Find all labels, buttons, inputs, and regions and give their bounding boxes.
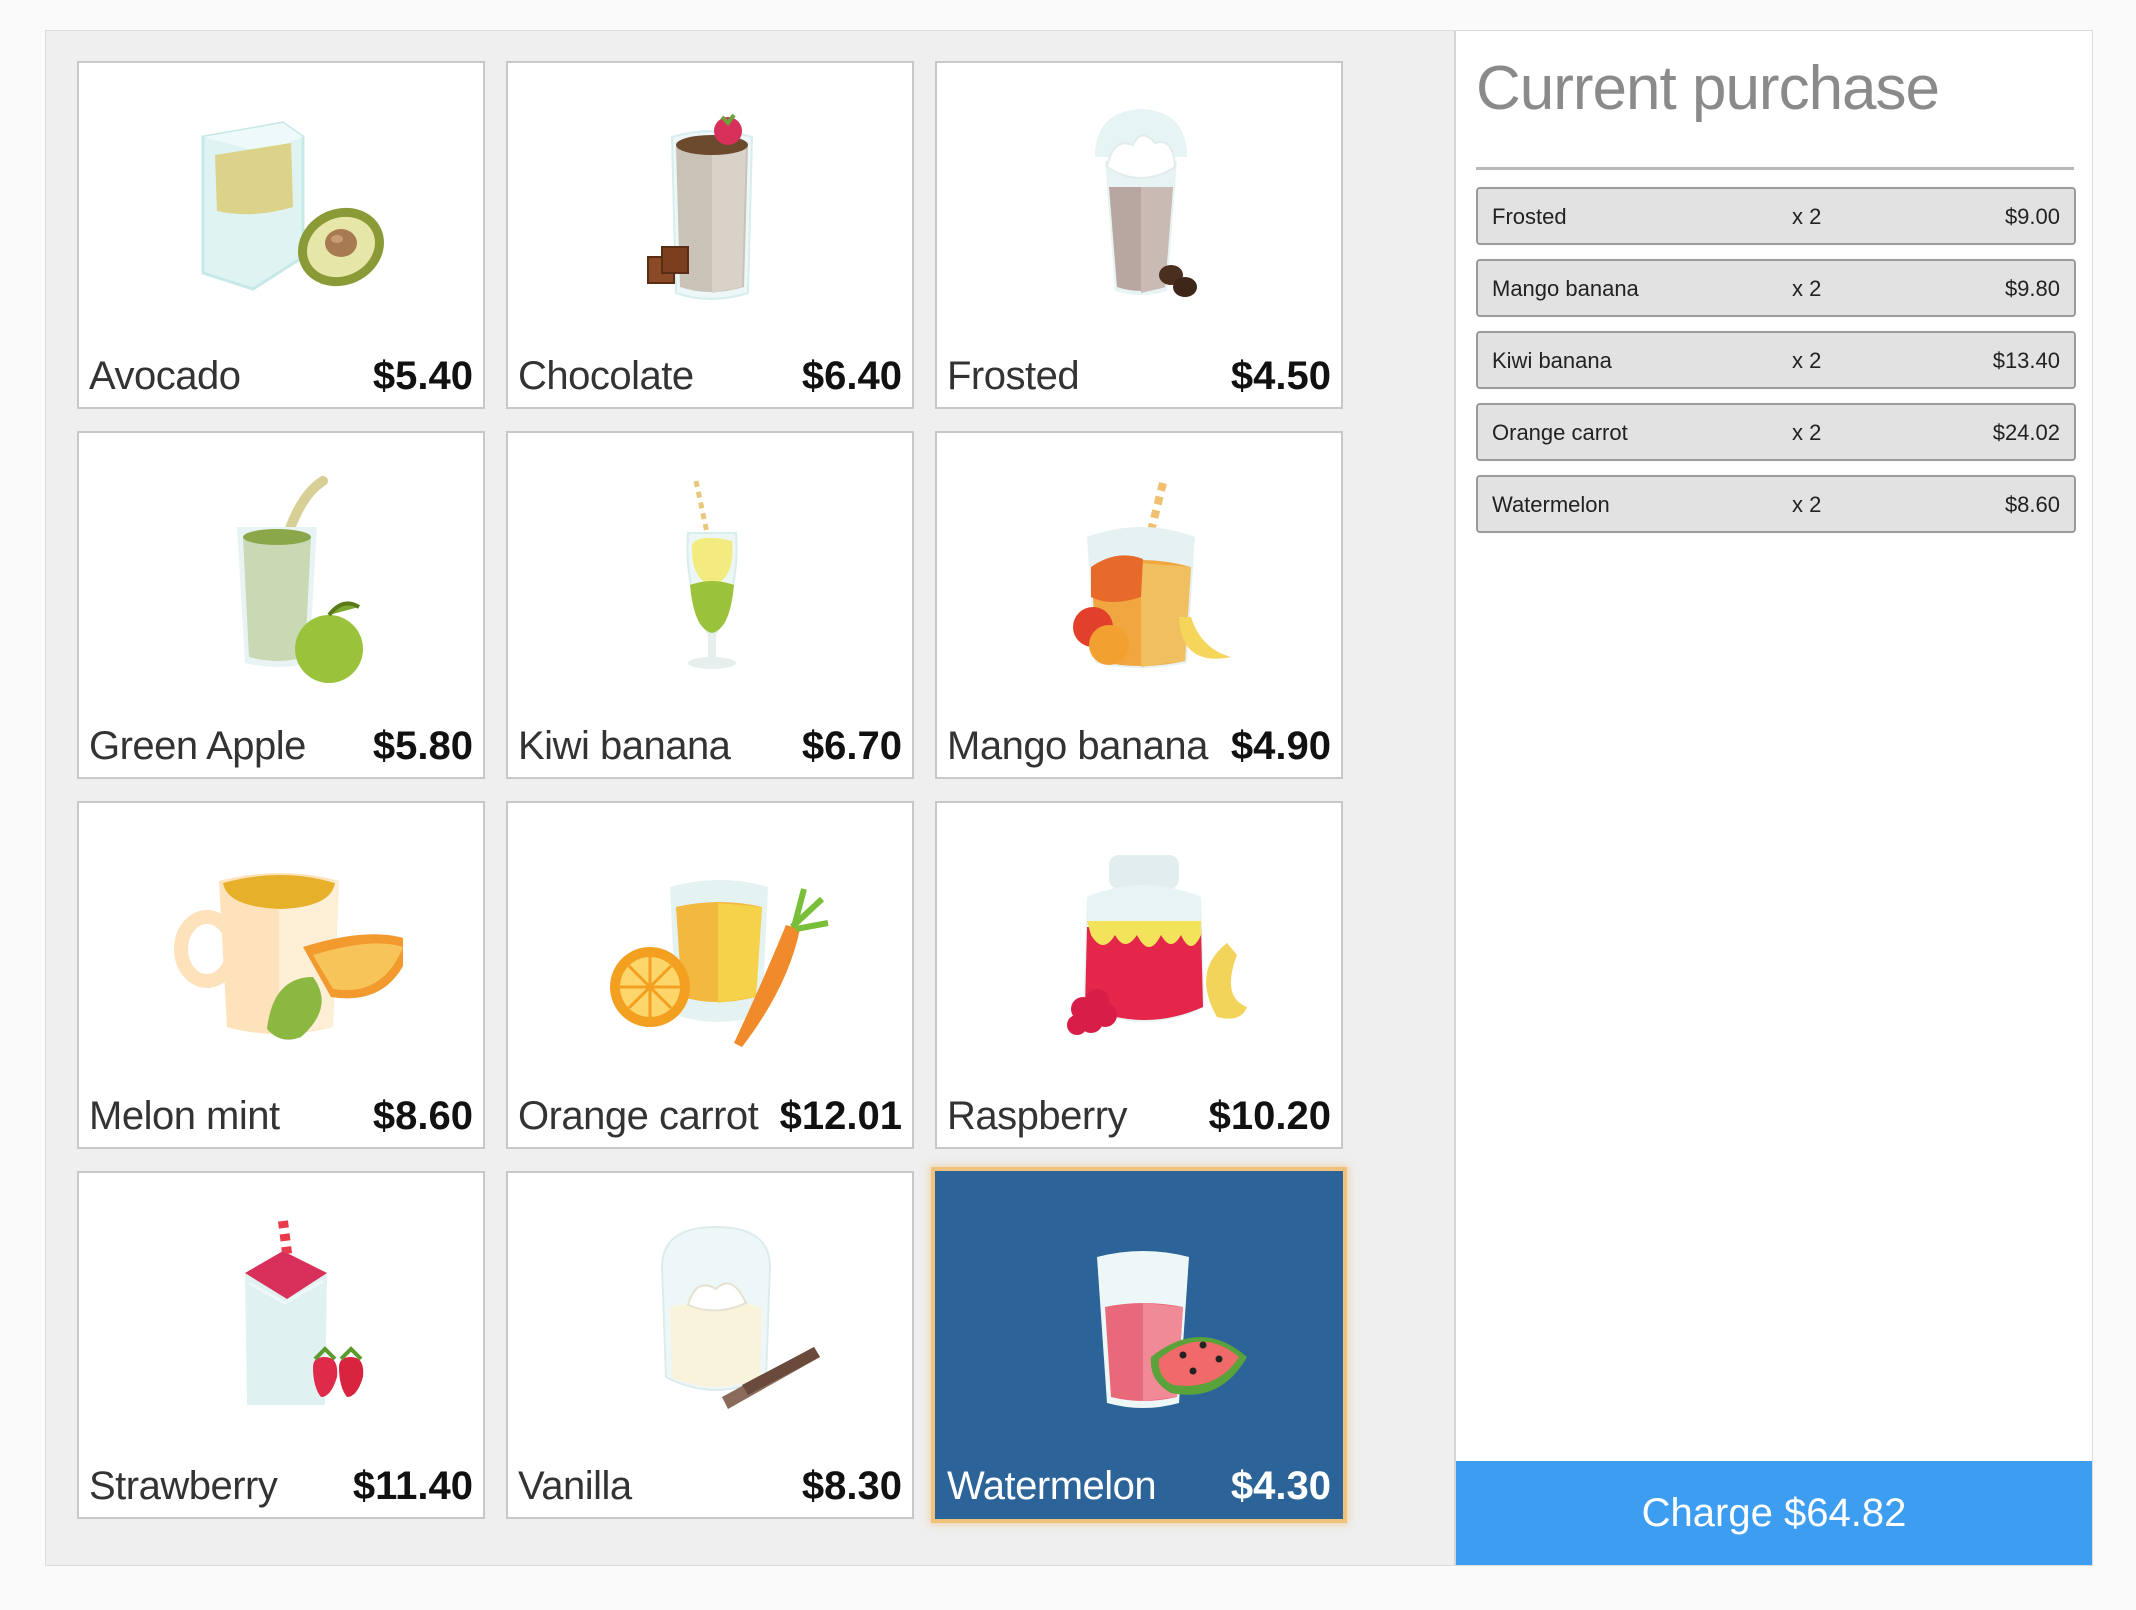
line-item-name: Watermelon xyxy=(1492,492,1610,517)
line-item-price: $8.60 xyxy=(2004,492,2060,517)
product-name: Kiwi banana xyxy=(518,724,731,768)
purchase-line-item[interactable]: Kiwi banana x 2 $13.40 xyxy=(1476,331,2076,389)
avocado-smoothie-icon xyxy=(201,121,384,291)
product-card-frosted[interactable]: Frosted $4.50 xyxy=(935,61,1343,409)
product-card-melon-mint[interactable]: Melon mint $8.60 xyxy=(77,801,485,1149)
purchase-line-item[interactable]: Orange carrot x 2 $24.02 xyxy=(1476,403,2076,461)
panel-title: Current purchase xyxy=(1476,54,1940,123)
purchase-line-item[interactable]: Watermelon x 2 $8.60 xyxy=(1476,475,2076,533)
raspberry-smoothie-icon xyxy=(1067,855,1247,1035)
green-apple-smoothie-icon xyxy=(237,476,363,683)
line-item-quantity: x 2 xyxy=(1792,204,1822,229)
mango-banana-smoothie-icon xyxy=(1073,482,1231,668)
kiwi-banana-smoothie-icon xyxy=(686,480,738,669)
product-card-kiwi-banana[interactable]: Kiwi banana $6.70 xyxy=(506,431,914,779)
product-card-watermelon[interactable]: Watermelon $4.30 xyxy=(935,1171,1343,1519)
product-name: Melon mint xyxy=(89,1094,280,1138)
purchase-line-item[interactable]: Mango banana x 2 $9.80 xyxy=(1476,259,2076,317)
product-price: $5.40 xyxy=(372,354,473,398)
line-item-name: Kiwi banana xyxy=(1492,348,1612,373)
product-card-mango-banana[interactable]: Mango banana $4.90 xyxy=(935,431,1343,779)
current-purchase-panel: Current purchase Frosted x 2 $9.00 Mango… xyxy=(1454,31,2092,1565)
product-name: Avocado xyxy=(89,354,241,398)
product-price: $12.01 xyxy=(779,1094,902,1138)
product-price: $6.70 xyxy=(801,724,902,768)
product-name: Green Apple xyxy=(89,724,306,768)
product-card-chocolate[interactable]: Chocolate $6.40 xyxy=(506,61,914,409)
product-card-avocado[interactable]: Avocado $5.40 xyxy=(77,61,485,409)
product-name: Strawberry xyxy=(89,1464,278,1508)
product-price: $6.40 xyxy=(801,354,902,398)
melon-mint-smoothie-icon xyxy=(174,873,403,1040)
product-price: $4.90 xyxy=(1230,724,1331,768)
product-name: Raspberry xyxy=(947,1094,1128,1138)
orange-carrot-smoothie-icon xyxy=(610,880,829,1047)
line-item-name: Orange carrot xyxy=(1492,420,1628,445)
line-item-price: $9.80 xyxy=(2004,276,2060,301)
smoothie-pos-app: Avocado $5.40 Chocolate $6.40 Frosted $4… xyxy=(45,30,2093,1566)
chocolate-smoothie-icon xyxy=(647,113,754,300)
product-name: Mango banana xyxy=(947,724,1208,768)
product-name: Frosted xyxy=(947,354,1080,398)
product-price: $10.20 xyxy=(1208,1094,1331,1138)
product-name: Vanilla xyxy=(518,1464,632,1508)
line-item-price: $24.02 xyxy=(1992,420,2060,445)
product-price: $4.30 xyxy=(1230,1464,1331,1508)
product-name: Chocolate xyxy=(518,354,694,398)
product-name: Orange carrot xyxy=(518,1094,759,1138)
line-item-quantity: x 2 xyxy=(1792,276,1822,301)
frosted-smoothie-icon xyxy=(1095,109,1197,297)
line-item-quantity: x 2 xyxy=(1792,348,1822,373)
line-item-price: $9.00 xyxy=(2004,204,2060,229)
line-item-quantity: x 2 xyxy=(1792,420,1822,445)
charge-button[interactable]: Charge $64.82 xyxy=(1456,1461,2092,1565)
product-price: $4.50 xyxy=(1230,354,1331,398)
product-grid: Avocado $5.40 Chocolate $6.40 Frosted $4… xyxy=(77,61,1393,1551)
product-card-raspberry[interactable]: Raspberry $10.20 xyxy=(935,801,1343,1149)
product-price: $5.80 xyxy=(372,724,473,768)
product-card-green-apple[interactable]: Green Apple $5.80 xyxy=(77,431,485,779)
product-card-vanilla[interactable]: Vanilla $8.30 xyxy=(506,1171,914,1519)
line-item-quantity: x 2 xyxy=(1792,492,1822,517)
product-price: $8.60 xyxy=(372,1094,473,1138)
watermelon-smoothie-icon xyxy=(1097,1251,1247,1408)
product-card-strawberry[interactable]: Strawberry $11.40 xyxy=(77,1171,485,1519)
line-item-price: $13.40 xyxy=(1992,348,2060,373)
line-item-name: Frosted xyxy=(1492,204,1567,229)
title-divider xyxy=(1476,167,2074,170)
product-price: $11.40 xyxy=(352,1464,473,1508)
line-item-name: Mango banana xyxy=(1492,276,1639,301)
product-card-orange-carrot[interactable]: Orange carrot $12.01 xyxy=(506,801,914,1149)
product-price: $8.30 xyxy=(801,1464,902,1508)
purchase-line-item[interactable]: Frosted x 2 $9.00 xyxy=(1476,187,2076,245)
purchase-items-list: Frosted x 2 $9.00 Mango banana x 2 $9.80… xyxy=(1476,187,2076,547)
product-name: Watermelon xyxy=(947,1464,1157,1508)
strawberry-smoothie-icon xyxy=(245,1220,364,1405)
vanilla-smoothie-icon xyxy=(660,1225,820,1409)
